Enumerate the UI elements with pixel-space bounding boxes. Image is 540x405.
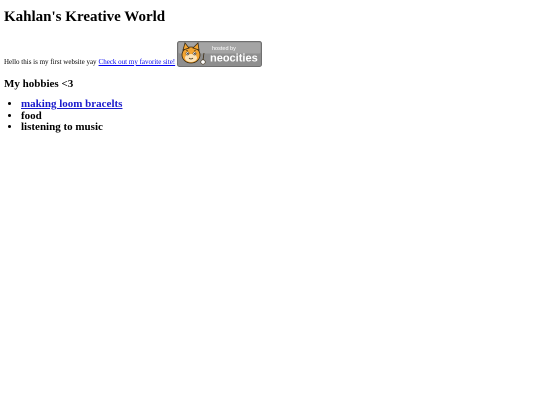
neocities-badge[interactable]: hosted by neocities	[177, 41, 263, 67]
badge-line1: hosted by	[212, 46, 236, 52]
page-title: Kahlan's Kreative World	[4, 9, 166, 25]
neocities-cat-icon: hosted by neocities	[177, 41, 263, 67]
hobby-link[interactable]: making loom bracelts	[21, 98, 122, 110]
hobby-list: making loom bracelts food listening to m…	[4, 98, 536, 134]
intro-line: Hello this is my first website yay Check…	[4, 41, 536, 67]
hobbies-heading: My hobbies <3	[4, 78, 74, 90]
page-content: Kahlan's Kreative World Hello this is my…	[0, 0, 540, 134]
badge-line2: neocities	[210, 53, 258, 65]
list-item: listening to music	[21, 121, 536, 134]
list-item: making loom bracelts	[21, 98, 536, 111]
favorite-site-link[interactable]: Check out my favorite site!	[99, 57, 176, 67]
intro-text: Hello this is my first website yay	[4, 58, 97, 66]
